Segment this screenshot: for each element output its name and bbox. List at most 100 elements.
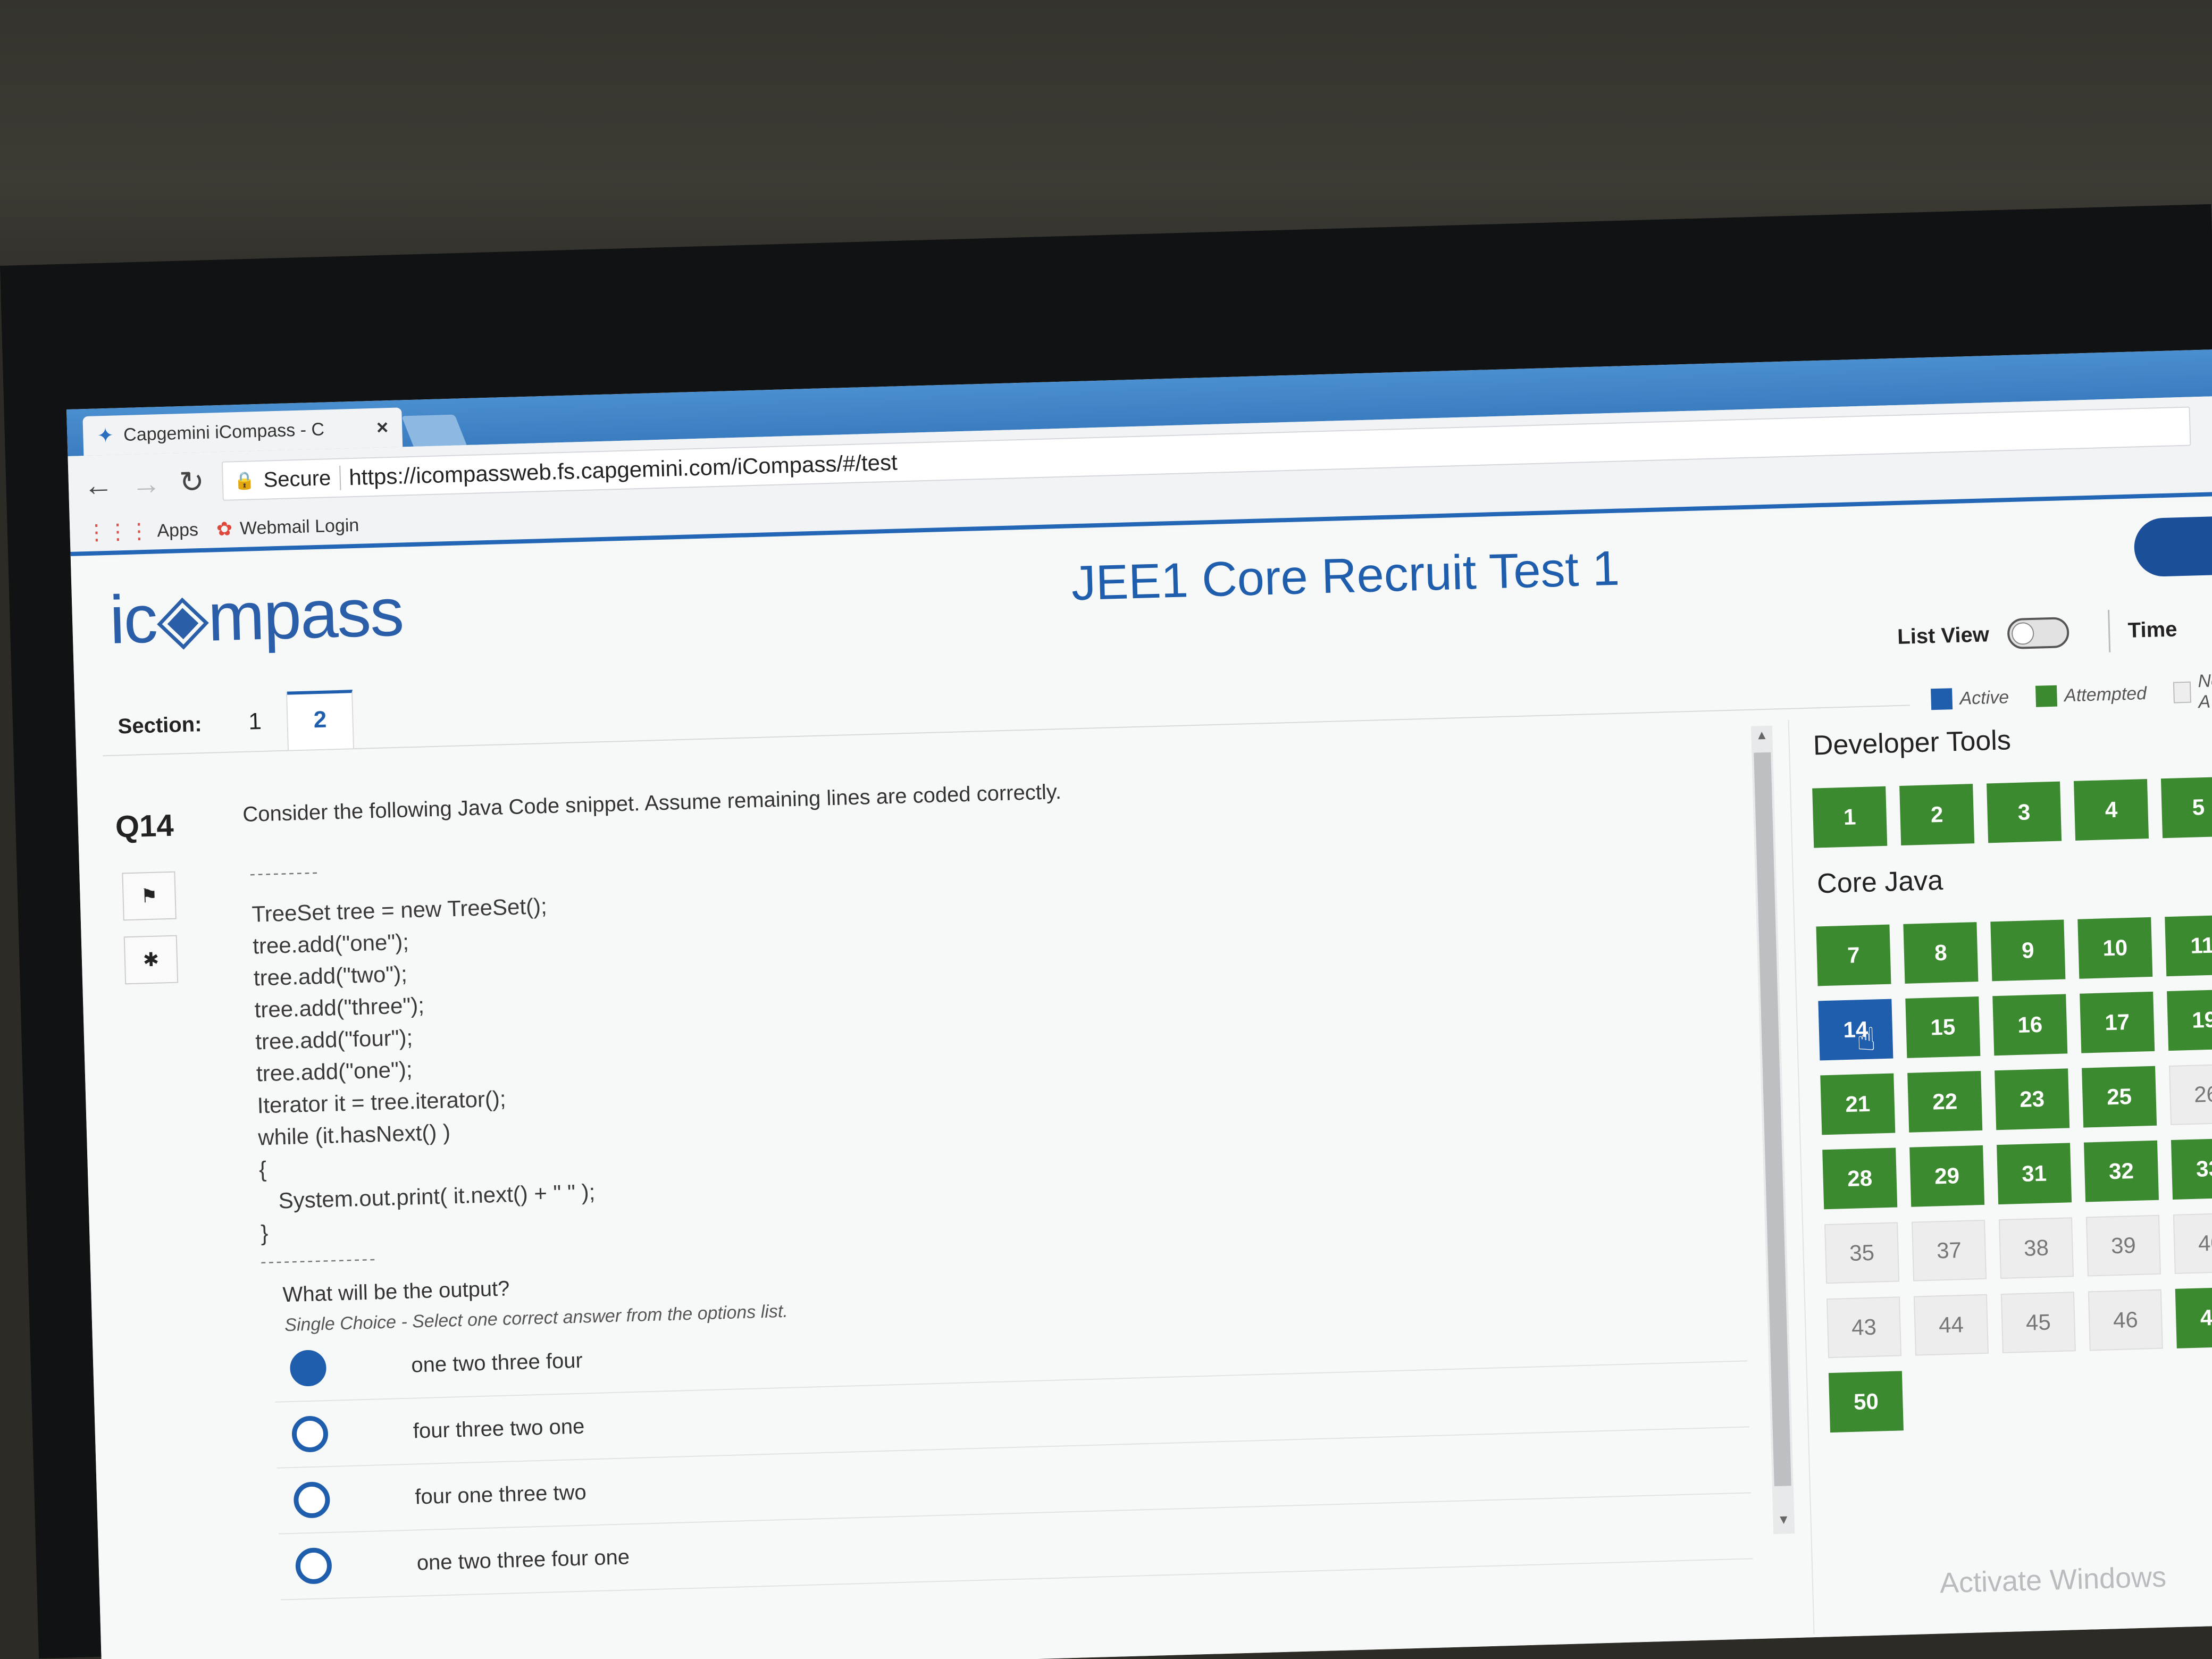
- legend-label: Active: [1959, 686, 2009, 709]
- option-label: one two three four one: [416, 1545, 630, 1574]
- question-button-19[interactable]: 19: [2167, 989, 2212, 1051]
- question-button-22[interactable]: 22: [1907, 1070, 1983, 1133]
- not-attempted-swatch: [2173, 681, 2191, 703]
- icompass-logo: ic◈mpass: [108, 573, 404, 660]
- screen: ✦ Capgemini iCompass - C × ← → ↻ 🔒 Secur…: [66, 349, 2212, 1659]
- question-button-38[interactable]: 38: [1998, 1217, 2074, 1279]
- question-button-28[interactable]: 28: [1822, 1147, 1898, 1210]
- active-swatch: [1931, 688, 1953, 710]
- radio[interactable]: [293, 1481, 331, 1519]
- logo-text-right: mpass: [206, 574, 404, 656]
- test-page: ic◈mpass JEE1 Core Recruit Test 1 List V…: [70, 500, 2212, 1659]
- legend-not-attempted: Not A: [2173, 670, 2212, 713]
- timer-label: Time: [2127, 617, 2177, 642]
- question-palette: Developer Tools 12345 Core Java 7 8 9 10 11 1…: [1788, 707, 2212, 1635]
- question-button-35[interactable]: 35: [1824, 1222, 1900, 1284]
- legend-label: Attempted: [2064, 683, 2147, 706]
- question-button-29[interactable]: 29: [1909, 1145, 1985, 1207]
- profile-badge[interactable]: [2133, 515, 2212, 577]
- bookmark-apps[interactable]: ⋮⋮⋮ Apps: [86, 517, 199, 545]
- tab-title: Capgemini iCompass - C: [123, 418, 325, 445]
- divider: [339, 465, 341, 490]
- question-button-9[interactable]: 9: [1990, 919, 2066, 982]
- group-title-developer-tools: Developer Tools: [1813, 725, 2012, 761]
- question-button-7[interactable]: 7: [1816, 924, 1891, 986]
- radio-selected[interactable]: [289, 1350, 327, 1387]
- question-button-46[interactable]: 46: [2088, 1289, 2163, 1351]
- secure-label: Secure: [263, 466, 331, 492]
- attempted-swatch: [2035, 685, 2057, 707]
- question-button-23[interactable]: 23: [1995, 1068, 2070, 1130]
- back-icon[interactable]: ←: [83, 467, 114, 502]
- palette-grid-core-java: 78910111314☝1516171920212223252627282931…: [1816, 912, 2212, 1433]
- question-button-10[interactable]: 10: [2077, 917, 2153, 979]
- question-button-26[interactable]: 26: [2168, 1063, 2212, 1126]
- question-button-47[interactable]: 47: [2175, 1287, 2212, 1348]
- tab-section-2[interactable]: 2: [287, 690, 354, 750]
- scroll-thumb[interactable]: [1754, 752, 1791, 1487]
- bug-report-button[interactable]: ✱: [123, 935, 179, 985]
- scroll-up-icon[interactable]: ▲: [1755, 728, 1769, 743]
- legend-label: Not A: [2197, 670, 2212, 713]
- question-text: Consider the following Java Code snippet…: [242, 780, 1062, 827]
- list-view-toggle[interactable]: [2007, 617, 2069, 650]
- hand-cursor-icon: ☝: [1856, 1021, 1876, 1058]
- code-snippet: TreeSet tree = new TreeSet(); tree.add("…: [251, 893, 596, 1246]
- option-label: four three two one: [413, 1414, 585, 1443]
- divider: [2107, 609, 2110, 652]
- section-tabs: Section: 1 2: [101, 647, 1910, 757]
- question-button-15[interactable]: 15: [1905, 996, 1981, 1058]
- apps-grid-icon: ⋮⋮⋮: [85, 519, 150, 545]
- question-button-31[interactable]: 31: [1997, 1143, 2072, 1205]
- reload-icon[interactable]: ↻: [179, 464, 205, 500]
- list-view-control: List View Time: [1897, 608, 2177, 658]
- option-label: four one three two: [414, 1480, 587, 1509]
- question-button-4[interactable]: 4: [2073, 779, 2149, 841]
- tab-section-1[interactable]: 1: [222, 691, 289, 752]
- group-title-core-java: Core Java: [1816, 865, 1943, 900]
- question-button-11[interactable]: 11: [2165, 915, 2212, 977]
- question-button-37[interactable]: 37: [1912, 1219, 1987, 1281]
- logo-text-left: ic: [108, 581, 158, 658]
- question-button-44[interactable]: 44: [1913, 1294, 1989, 1356]
- question-button-39[interactable]: 39: [2085, 1214, 2161, 1277]
- question-button-2[interactable]: 2: [1899, 784, 1975, 845]
- test-title: JEE1 Core Recruit Test 1: [1070, 541, 1621, 611]
- question-button-5[interactable]: 5: [2160, 776, 2212, 839]
- question-button-8[interactable]: 8: [1903, 922, 1979, 984]
- question-button-33[interactable]: 33: [2171, 1138, 2212, 1200]
- webmail-icon: ✿: [216, 517, 233, 540]
- question-button-25[interactable]: 25: [2082, 1066, 2157, 1128]
- lock-icon: 🔒: [233, 471, 256, 491]
- windows-watermark: Activate Windows: [1939, 1561, 2167, 1599]
- question-button-45[interactable]: 45: [2000, 1292, 2076, 1354]
- new-tab-button[interactable]: [401, 414, 467, 447]
- code-separator-bottom: ---------------: [260, 1249, 378, 1271]
- compass-icon: ◈: [155, 579, 209, 657]
- question-button-16[interactable]: 16: [1992, 994, 2068, 1056]
- close-icon[interactable]: ×: [376, 416, 388, 440]
- forward-icon[interactable]: →: [131, 466, 162, 501]
- question-button-1[interactable]: 1: [1812, 786, 1888, 848]
- question-button-32[interactable]: 32: [2083, 1140, 2159, 1202]
- question-scrollbar[interactable]: ▲ ▼: [1750, 725, 1795, 1535]
- radio[interactable]: [291, 1415, 329, 1453]
- question-button-17[interactable]: 17: [2080, 991, 2155, 1053]
- question-number: Q14: [115, 808, 174, 844]
- toggle-knob: [2011, 622, 2034, 646]
- question-button-43[interactable]: 43: [1826, 1296, 1902, 1359]
- scroll-down-icon[interactable]: ▼: [1777, 1512, 1790, 1528]
- bug-icon: ✱: [143, 948, 160, 971]
- bookmark-label: Apps: [156, 519, 199, 541]
- question-button-14[interactable]: 14 ☝: [1818, 999, 1893, 1061]
- question-button-40[interactable]: 40: [2173, 1212, 2212, 1274]
- question-button-21[interactable]: 21: [1820, 1073, 1896, 1135]
- radio[interactable]: [295, 1547, 332, 1585]
- url-text[interactable]: https://icompassweb.fs.capgemini.com/iCo…: [349, 449, 898, 490]
- flag-button[interactable]: ⚑: [122, 871, 177, 921]
- question-button-3[interactable]: 3: [1987, 781, 2062, 843]
- bookmark-webmail[interactable]: ✿ Webmail Login: [216, 514, 359, 540]
- question-button-50[interactable]: 50: [1828, 1371, 1904, 1433]
- code-separator-top: ---------: [249, 862, 320, 883]
- palette-grid-developer-tools: 12345: [1812, 774, 2212, 848]
